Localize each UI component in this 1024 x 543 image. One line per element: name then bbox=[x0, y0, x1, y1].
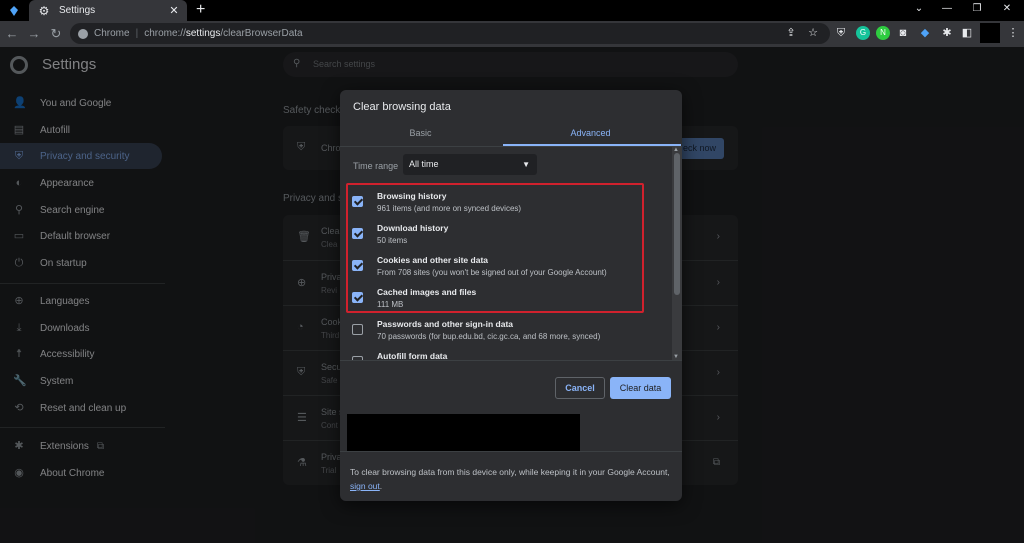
share-icon[interactable]: ⇪ bbox=[784, 26, 798, 40]
url-text[interactable]: chrome://settings/clearBrowserData bbox=[144, 28, 302, 39]
grammarly-icon[interactable]: G bbox=[856, 26, 870, 40]
shield-extension-icon[interactable]: ⛨ bbox=[834, 26, 848, 40]
checkbox-passwords[interactable] bbox=[352, 324, 363, 335]
address-bar[interactable]: Chrome | chrome://settings/clearBrowserD… bbox=[70, 23, 830, 44]
actions-divider bbox=[340, 360, 682, 361]
gear-icon: ⚙ bbox=[38, 3, 50, 18]
tab-search-icon[interactable]: ⌄ bbox=[912, 3, 926, 14]
new-tab-button[interactable]: + bbox=[196, 1, 205, 19]
menu-icon[interactable]: ⋮ bbox=[1006, 26, 1020, 40]
avatar[interactable] bbox=[980, 23, 1000, 43]
bookmark-star-icon[interactable]: ☆ bbox=[806, 26, 820, 40]
extension-n-icon[interactable]: N bbox=[876, 26, 890, 40]
cancel-button[interactable]: Cancel bbox=[555, 377, 605, 399]
tab-close-icon[interactable]: ✕ bbox=[167, 4, 181, 17]
minimize-button[interactable]: — bbox=[940, 3, 954, 14]
tab-basic[interactable]: Basic bbox=[340, 121, 501, 146]
option-autofill-form-data[interactable]: Autofill form data bbox=[340, 347, 670, 360]
camera-icon[interactable]: ◙ bbox=[896, 26, 910, 40]
profile-icon[interactable] bbox=[8, 4, 20, 16]
close-window-button[interactable]: ✕ bbox=[1000, 3, 1014, 14]
title-bar: ⚙ Settings ✕ + ⌄ — ❐ ✕ bbox=[0, 0, 1024, 21]
reload-button[interactable]: ↻ bbox=[48, 25, 64, 43]
footer-text: To clear browsing data from this device … bbox=[350, 467, 670, 491]
side-panel-icon[interactable]: ◧ bbox=[960, 26, 974, 40]
diamond-extension-icon[interactable]: ◆ bbox=[918, 26, 932, 40]
sign-out-link[interactable]: sign out bbox=[350, 481, 380, 491]
time-range-select[interactable]: All time ▼ bbox=[403, 154, 537, 175]
forward-button[interactable]: → bbox=[26, 25, 42, 43]
omnibox-label: Chrome bbox=[94, 28, 130, 39]
footer-divider bbox=[340, 451, 682, 452]
option-passwords[interactable]: Passwords and other sign-in data 70 pass… bbox=[340, 315, 670, 347]
options-scrollbar[interactable]: ▲ ▼ bbox=[672, 147, 682, 360]
chrome-icon bbox=[78, 28, 88, 39]
back-button[interactable]: ← bbox=[4, 25, 20, 43]
time-range-label: Time range bbox=[353, 161, 399, 171]
dialog-title: Clear browsing data bbox=[353, 101, 451, 113]
scrollbar-thumb[interactable] bbox=[674, 153, 680, 295]
maximize-button[interactable]: ❐ bbox=[970, 3, 984, 14]
clear-data-button[interactable]: Clear data bbox=[610, 377, 671, 399]
puzzle-icon[interactable]: ✱ bbox=[940, 26, 954, 40]
dropdown-arrow-icon: ▼ bbox=[522, 160, 530, 169]
omnibox-separator: | bbox=[135, 28, 139, 39]
tab-title: Settings bbox=[59, 5, 96, 16]
redacted-account-block bbox=[347, 414, 580, 451]
tab-advanced[interactable]: Advanced bbox=[510, 121, 671, 146]
highlight-box bbox=[346, 183, 644, 313]
tab-settings[interactable]: ⚙ Settings ✕ bbox=[29, 0, 187, 21]
